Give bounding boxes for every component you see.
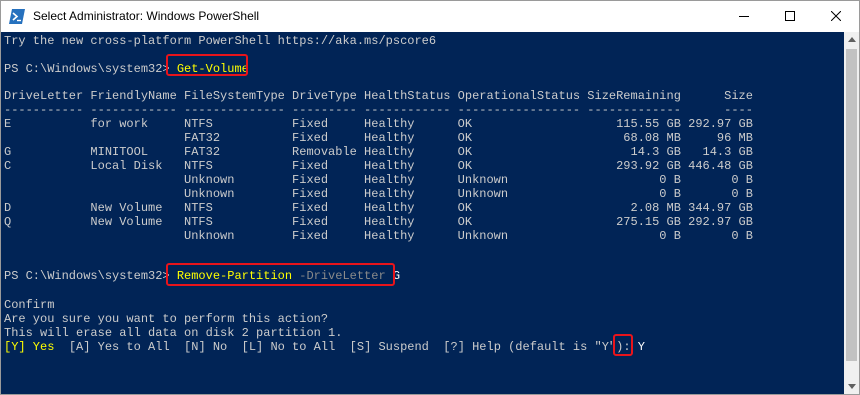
- maximize-button[interactable]: [767, 1, 813, 32]
- confirm-question: Are you sure you want to perform this ac…: [4, 312, 329, 326]
- minimize-button[interactable]: [721, 1, 767, 32]
- scroll-up-button[interactable]: [844, 32, 859, 47]
- close-icon: [831, 11, 841, 21]
- choice-line: [Y] Yes [A] Yes to All [N] No [L] No to …: [4, 340, 645, 354]
- title-bar[interactable]: Select Administrator: Windows PowerShell: [1, 1, 859, 32]
- answer-input[interactable]: Y: [638, 340, 645, 354]
- vertical-scrollbar[interactable]: [844, 32, 859, 394]
- table-row: FAT32 Fixed Healthy OK 68.08 MB 96 MB: [4, 131, 753, 145]
- window-title: Select Administrator: Windows PowerShell: [33, 9, 260, 23]
- table-header: DriveLetter FriendlyName FileSystemType …: [4, 89, 753, 103]
- choice-default: [Y] Yes: [4, 340, 55, 354]
- powershell-icon: [9, 9, 25, 24]
- prompt: PS C:\Windows\system32>: [4, 62, 177, 76]
- table-row: E for work NTFS Fixed Healthy OK 115.55 …: [4, 117, 753, 131]
- maximize-icon: [785, 11, 795, 21]
- scrollbar-thumb[interactable]: [846, 49, 857, 361]
- table-row: G MINITOOL FAT32 Removable Healthy OK 14…: [4, 145, 753, 159]
- table-row: Unknown Fixed Healthy Unknown 0 B 0 B: [4, 229, 753, 243]
- prompt: PS C:\Windows\system32>: [4, 269, 177, 283]
- table-row: C Local Disk NTFS Fixed Healthy OK 293.9…: [4, 159, 753, 173]
- scroll-down-button[interactable]: [844, 379, 859, 394]
- highlight-box-answer: [613, 334, 633, 356]
- confirm-title: Confirm: [4, 298, 55, 312]
- powershell-window: Select Administrator: Windows PowerShell…: [0, 0, 860, 395]
- console-output[interactable]: Try the new cross-platform PowerShell ht…: [1, 32, 844, 394]
- table-row: Unknown Fixed Healthy Unknown 0 B 0 B: [4, 173, 753, 187]
- table-separator: ----------- ------------ -------------- …: [4, 103, 753, 117]
- chevron-down-icon: [848, 384, 856, 389]
- choice-options: [A] Yes to All [N] No [L] No to All [S] …: [54, 340, 638, 354]
- table-row: Q New Volume NTFS Fixed Healthy OK 275.1…: [4, 215, 753, 229]
- table-row: Unknown Fixed Healthy Unknown 0 B 0 B: [4, 187, 753, 201]
- table-row: D New Volume NTFS Fixed Healthy OK 2.08 …: [4, 201, 753, 215]
- intro-line: Try the new cross-platform PowerShell ht…: [4, 34, 437, 48]
- close-button[interactable]: [813, 1, 859, 32]
- confirm-detail: This will erase all data on disk 2 parti…: [4, 326, 343, 340]
- minimize-icon: [739, 16, 749, 17]
- highlight-box-remove-partition: [166, 263, 395, 286]
- chevron-up-icon: [848, 37, 856, 42]
- highlight-box-get-volume: [166, 54, 248, 76]
